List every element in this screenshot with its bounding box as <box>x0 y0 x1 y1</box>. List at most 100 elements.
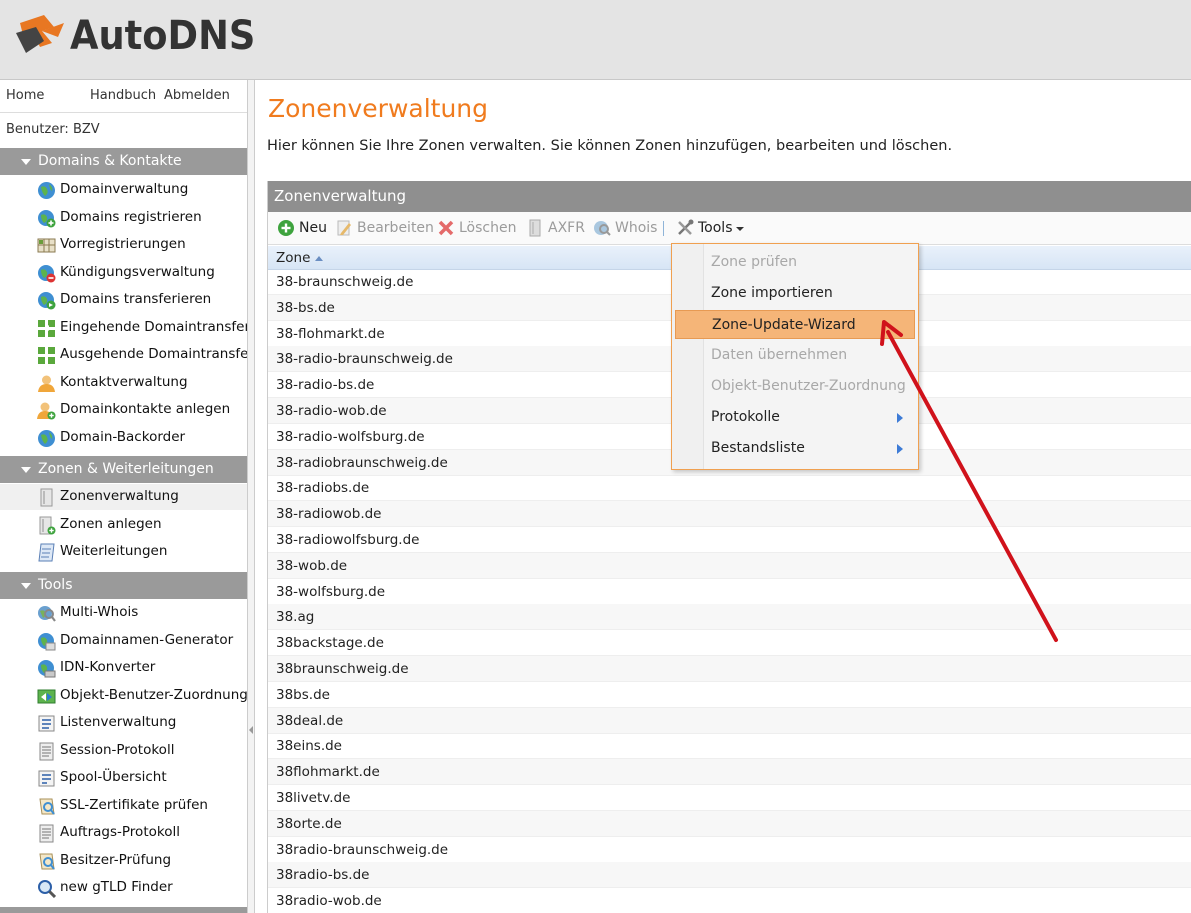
list-icon <box>37 714 56 733</box>
sidebar-item-domains-4[interactable]: Domains transferieren <box>0 287 247 313</box>
sidebar-item-label: Domains transferieren <box>60 291 212 307</box>
tools-menu-item[interactable]: Zone-Update-Wizard <box>675 310 915 339</box>
table-row[interactable]: 38eins.de <box>268 733 1191 760</box>
tools-menu: Zone prüfen Zone importieren Zone-Update-W… <box>671 243 919 470</box>
sidebar-item-zones-2[interactable]: Weiterleitungen <box>0 539 247 565</box>
table-row[interactable]: 38radio-braunschweig.de <box>268 837 1191 863</box>
zone-name: 38-bs.de <box>276 299 335 316</box>
sidebar-item-label: Weiterleitungen <box>60 543 168 559</box>
table-row[interactable]: 38radio-wob.de <box>268 888 1191 913</box>
sidebar-item-domains-1[interactable]: Domains registrieren <box>0 205 247 231</box>
sidebar-item-label: Zonen anlegen <box>60 515 162 532</box>
menu-item-label: Bestandsliste <box>711 440 805 456</box>
table-row[interactable]: 38braunschweig.de <box>268 656 1191 682</box>
sidebar-item-tools-9[interactable]: Besitzer-Prüfung <box>0 848 247 874</box>
globe-transfer-icon <box>37 291 56 310</box>
zone-name: 38-radiobs.de <box>276 480 370 497</box>
toolbar-separator <box>663 221 664 236</box>
top-navigation: Home Handbuch Abmelden <box>0 80 247 113</box>
sidebar-item-label: Eingehende Domaintransfers <box>60 318 248 335</box>
sidebar-item-domains-5[interactable]: Eingehende Domaintransfers <box>0 315 247 341</box>
zone-name: 38.ag <box>276 609 315 626</box>
table-row[interactable]: 38orte.de <box>268 810 1191 837</box>
section-domains-header[interactable]: Domains & Kontakte <box>0 148 247 175</box>
axfr-icon <box>529 219 541 237</box>
grid-icon <box>37 236 56 255</box>
table-row[interactable]: 38.ag <box>268 604 1191 631</box>
table-row[interactable]: 38bs.de <box>268 682 1191 708</box>
zone-name: 38radio-wob.de <box>276 893 382 910</box>
sidebar-item-zones-1[interactable]: Zonen anlegen <box>0 512 247 538</box>
zone-name: 38orte.de <box>276 815 342 832</box>
sidebar-item-label: new gTLD Finder <box>60 879 173 895</box>
tools-menu-item[interactable]: Daten übernehmen <box>675 341 915 370</box>
table-row[interactable]: 38-wolfsburg.de <box>268 579 1191 605</box>
sidebar-item-tools-6[interactable]: Spool-Übersicht <box>0 765 247 791</box>
menu-item-label: Zone prüfen <box>711 254 798 270</box>
sidebar-collapse-handle[interactable] <box>247 80 255 913</box>
sidebar-item-label: Domain-Backorder <box>60 428 186 445</box>
sidebar-item-tools-2[interactable]: IDN-Konverter <box>0 655 247 681</box>
sidebar-item-tools-10[interactable]: new gTLD Finder <box>0 875 247 901</box>
tools-menu-item[interactable]: Protokolle <box>675 403 915 432</box>
table-row[interactable]: 38-wob.de <box>268 552 1191 579</box>
sidebar-item-domains-2[interactable]: Vorregistrierungen <box>0 232 247 258</box>
sidebar-item-domains-3[interactable]: Kündigungsverwaltung <box>0 260 247 286</box>
menu-item-label: Protokolle <box>711 409 780 425</box>
sidebar-item-label: Kündigungsverwaltung <box>60 263 215 280</box>
sidebar-item-tools-4[interactable]: Listenverwaltung <box>0 710 247 736</box>
whois-icon <box>37 604 56 623</box>
sidebar-item-zones-0[interactable]: Zonenverwaltung <box>0 484 247 510</box>
tools-menu-item[interactable]: Zone importieren <box>675 279 915 308</box>
sidebar-item-label: Spool-Übersicht <box>60 769 167 785</box>
globe-remove-icon <box>37 264 56 283</box>
zone-name: 38-radiowob.de <box>276 506 382 523</box>
table-row[interactable]: 38-radiowob.de <box>268 501 1191 528</box>
contact-icon <box>37 374 56 393</box>
sidebar-item-domains-7[interactable]: Kontaktverwaltung <box>0 370 247 396</box>
sidebar-item-domains-9[interactable]: Domain-Backorder <box>0 425 247 451</box>
nav-manual-link[interactable]: Handbuch <box>90 88 156 103</box>
sidebar-item-tools-1[interactable]: Domainnamen-Generator <box>0 628 247 654</box>
section-zones-header[interactable]: Zonen & Weiterleitungen <box>0 456 247 483</box>
table-row[interactable]: 38-radiowolfsburg.de <box>268 527 1191 553</box>
sidebar-item-tools-8[interactable]: Auftrags-Protokoll <box>0 820 247 846</box>
sidebar-item-tools-0[interactable]: Multi-Whois <box>0 600 247 626</box>
sidebar-item-domains-8[interactable]: Domainkontakte anlegen <box>0 397 247 423</box>
log-icon <box>37 824 56 843</box>
zone-name: 38-wob.de <box>276 557 348 574</box>
tools-menu-item[interactable]: Objekt-Benutzer-Zuordnung <box>675 372 915 401</box>
toolbar: Neu Bearbeiten Löschen AXFR Whois Tools <box>268 212 1191 245</box>
sidebar-item-label: Domainverwaltung <box>60 181 189 197</box>
globe-icon <box>37 429 56 448</box>
sidebar-item-label: Objekt-Benutzer-Zuordnung <box>60 686 248 703</box>
table-row[interactable]: 38backstage.de <box>268 630 1191 657</box>
tools-menu-item[interactable]: Bestandsliste <box>675 434 915 463</box>
collapse-triangle-icon <box>21 159 31 165</box>
table-row[interactable]: 38-radiobs.de <box>268 475 1191 502</box>
table-row[interactable]: 38flohmarkt.de <box>268 759 1191 786</box>
sidebar-item-tools-5[interactable]: Session-Protokoll <box>0 738 247 764</box>
sidebar-item-domains-0[interactable]: Domainverwaltung <box>0 177 247 203</box>
sidebar-item-label: Session-Protokoll <box>60 741 175 758</box>
zone-name: 38flohmarkt.de <box>276 764 380 781</box>
idn-icon <box>37 659 56 678</box>
sidebar-item-tools-7[interactable]: SSL-Zertifikate prüfen <box>0 793 247 819</box>
sidebar-item-tools-3[interactable]: Objekt-Benutzer-Zuordnung <box>0 683 247 709</box>
nav-logout-link[interactable]: Abmelden <box>164 88 230 103</box>
nav-home-link[interactable]: Home <box>6 88 44 103</box>
globe-add-icon <box>37 209 56 228</box>
contact-add-icon <box>37 401 56 420</box>
table-row[interactable]: 38deal.de <box>268 707 1191 734</box>
zone-name: 38-radiobraunschweig.de <box>276 454 448 471</box>
zone-name: 38-radio-bs.de <box>276 377 375 394</box>
menu-item-label: Zone importieren <box>711 285 833 301</box>
table-row[interactable]: 38livetv.de <box>268 785 1191 811</box>
autodns-logo[interactable]: AutoDNS <box>14 10 272 62</box>
tools-menu-item[interactable]: Zone prüfen <box>675 248 915 277</box>
section-tools-title: Tools <box>38 577 73 593</box>
generator-icon <box>37 632 56 651</box>
section-tools-header[interactable]: Tools <box>0 572 247 599</box>
table-row[interactable]: 38radio-bs.de <box>268 862 1191 889</box>
sidebar-item-domains-6[interactable]: Ausgehende Domaintransfers <box>0 342 247 368</box>
